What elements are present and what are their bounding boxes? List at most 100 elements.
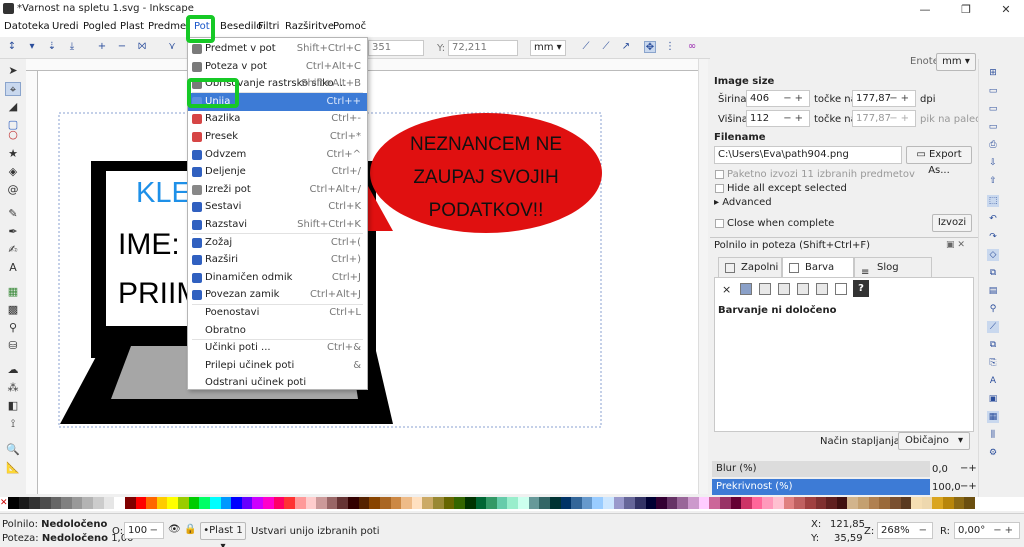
palette-swatch[interactable]: [18, 497, 30, 509]
paste-icon[interactable]: ▤: [987, 285, 999, 297]
close-when-complete-checkbox[interactable]: [715, 219, 724, 228]
opacity-slider[interactable]: Prekrivnost (%): [712, 479, 930, 495]
raise-icon[interactable]: ↕: [6, 41, 18, 53]
text-tool-icon[interactable]: A: [5, 261, 21, 275]
palette-swatch[interactable]: [8, 497, 20, 509]
guide-icon[interactable]: ⫼: [987, 429, 999, 441]
palette-swatch[interactable]: [199, 497, 211, 509]
new-document-icon[interactable]: ▭: [987, 85, 999, 97]
zoom-input[interactable]: 268% −: [877, 522, 933, 539]
palette-swatch[interactable]: [528, 497, 540, 509]
no-color-icon[interactable]: ✕: [0, 497, 8, 509]
path-menu-item[interactable]: Povezan zamik Ctrl+Alt+J: [188, 286, 367, 304]
export-button[interactable]: Izvozi: [932, 214, 972, 232]
opacity-value[interactable]: 100,0: [932, 482, 961, 493]
node-tool-c-icon[interactable]: ↗: [620, 41, 632, 53]
mesh-tool-icon[interactable]: ▩: [5, 303, 21, 317]
palette-swatch[interactable]: [348, 497, 360, 509]
spray-tool-icon[interactable]: ⁂: [5, 381, 21, 395]
group-icon[interactable]: ▣: [987, 393, 999, 405]
pattern-button[interactable]: [816, 283, 828, 295]
width-input[interactable]: 406 −+: [746, 90, 810, 107]
palette-swatch[interactable]: [241, 497, 253, 509]
palette-swatch[interactable]: [858, 497, 870, 509]
zoom-icon[interactable]: ⚲: [987, 303, 999, 315]
palette-swatch[interactable]: [900, 497, 912, 509]
palette-swatch[interactable]: [889, 497, 902, 509]
menu-plast[interactable]: Plast: [120, 21, 144, 32]
copy-icon[interactable]: ⧉: [987, 267, 999, 279]
palette-swatch[interactable]: [773, 497, 785, 509]
palette-swatch[interactable]: [135, 497, 147, 509]
path-menu-item[interactable]: Izreži pot Ctrl+Alt+/: [188, 181, 367, 199]
star-tool-icon[interactable]: ★: [5, 147, 21, 161]
palette-swatch[interactable]: [29, 497, 41, 509]
lower-icon[interactable]: ⇣: [46, 41, 58, 53]
node-tool-a-icon[interactable]: ⟋: [580, 41, 592, 53]
palette-swatch[interactable]: [50, 497, 62, 509]
transform-handles-icon[interactable]: ✥: [644, 41, 656, 53]
node-tool-icon[interactable]: ⌖: [5, 82, 21, 96]
node-tool-b-icon[interactable]: ⟋: [600, 41, 612, 53]
palette-swatch[interactable]: [358, 497, 370, 509]
bottom-icon[interactable]: ⤓: [66, 41, 78, 53]
selector-tool-icon[interactable]: ➤: [5, 64, 21, 78]
palette-swatch[interactable]: [294, 497, 307, 509]
palette-swatch[interactable]: [603, 497, 615, 509]
palette-swatch[interactable]: [411, 497, 423, 509]
palette-swatch[interactable]: [847, 497, 859, 509]
path-menu-item[interactable]: Razlika Ctrl+-: [188, 110, 367, 128]
palette-swatch[interactable]: [879, 497, 891, 509]
panel-menu-icon[interactable]: ▣ ✕: [946, 240, 965, 250]
import-icon[interactable]: ⇩: [987, 157, 999, 169]
palette-swatch[interactable]: [953, 497, 965, 509]
swatch-button[interactable]: [835, 283, 847, 295]
palette-swatch[interactable]: [454, 497, 466, 509]
palette-swatch[interactable]: [379, 497, 392, 509]
tab-fill[interactable]: Zapolni: [718, 257, 782, 277]
print-icon[interactable]: ⎙: [987, 139, 999, 151]
palette-swatch[interactable]: [433, 497, 445, 509]
paint-bucket-tool-icon[interactable]: ⛁: [5, 339, 21, 353]
snap-bbox-icon[interactable]: ⬚: [987, 195, 999, 207]
mesh-gradient-button[interactable]: [797, 283, 809, 295]
palette-swatch[interactable]: [964, 497, 976, 509]
menu-filtri[interactable]: Filtri: [258, 21, 279, 32]
palette-swatch[interactable]: [836, 497, 848, 509]
palette-swatch[interactable]: [719, 497, 732, 509]
palette-swatch[interactable]: [496, 497, 508, 509]
no-paint-button[interactable]: ×: [722, 283, 731, 296]
blend-mode-select[interactable]: Običajno ▾: [898, 432, 970, 450]
menu-razsiritve[interactable]: Razširitve: [285, 21, 334, 32]
left-ruler[interactable]: [26, 71, 38, 494]
circle-tool-icon[interactable]: ○: [5, 128, 21, 142]
batch-export-checkbox[interactable]: [715, 170, 724, 179]
path-menu-item[interactable]: Poenostavi Ctrl+L: [188, 304, 367, 322]
palette-swatch[interactable]: [93, 497, 105, 509]
opacity-input[interactable]: 100−: [124, 522, 164, 539]
palette-swatch[interactable]: [932, 497, 944, 509]
palette-swatch[interactable]: [613, 497, 625, 509]
palette-swatch[interactable]: [188, 497, 200, 509]
menu-predmet[interactable]: Predmet: [148, 21, 186, 32]
palette-swatch[interactable]: [921, 497, 933, 509]
vertical-scrollbar[interactable]: [698, 59, 708, 494]
palette-swatch[interactable]: [549, 497, 562, 509]
palette-swatch[interactable]: [156, 497, 168, 509]
layer-lock-icon[interactable]: 🔒: [184, 524, 196, 535]
join-node-icon[interactable]: ⨝: [136, 41, 148, 53]
path-menu-item[interactable]: Prilepi učinek poti &: [188, 357, 367, 375]
rotation-input[interactable]: 0,00° −+: [954, 522, 1020, 539]
palette-swatch[interactable]: [868, 497, 880, 509]
dpi-input[interactable]: 177,87 −+: [852, 90, 916, 107]
clone-icon[interactable]: ⎘: [987, 357, 999, 369]
palette-swatch[interactable]: [666, 497, 678, 509]
pencil-tool-icon[interactable]: ✎: [5, 207, 21, 221]
palette-swatch[interactable]: [741, 497, 753, 509]
minimize-icon[interactable]: —: [905, 0, 945, 19]
save-icon[interactable]: ▭: [987, 121, 999, 133]
ruler-tool-icon[interactable]: 📐: [5, 461, 21, 475]
path-menu-item[interactable]: Razstavi Shift+Ctrl+K: [188, 216, 367, 234]
palette-swatch[interactable]: [464, 497, 477, 509]
palette-swatch[interactable]: [783, 497, 795, 509]
